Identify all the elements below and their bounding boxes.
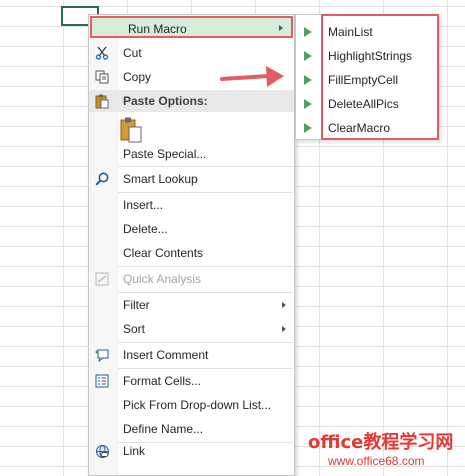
menu-item-label: Run Macro: [128, 22, 187, 36]
menu-item-label: Clear Contents: [123, 246, 204, 260]
menu-item-label: Delete...: [123, 222, 168, 236]
play-icon: [304, 27, 312, 37]
menu-item-label: Insert Comment: [123, 348, 209, 362]
menu-separator: [118, 266, 293, 267]
menu-item-run-macro[interactable]: Run Macro: [90, 16, 293, 38]
link-icon: [94, 443, 110, 459]
menu-separator: [118, 368, 293, 369]
quick-analysis-icon: [94, 271, 110, 287]
menu-item-label: Filter: [123, 298, 150, 312]
scissors-icon: [94, 45, 110, 61]
play-icon: [304, 99, 312, 109]
menu-item-pick-from-dropdown[interactable]: Pick From Drop-down List...: [89, 394, 294, 416]
macro-item-label: HighlightStrings: [328, 49, 413, 63]
paste-icon: [94, 93, 110, 109]
format-cells-icon: [94, 373, 110, 389]
menu-item-label: Define Name...: [123, 422, 204, 436]
play-icon: [304, 123, 312, 133]
menu-separator: [118, 292, 293, 293]
submenu-arrow-icon: [282, 302, 286, 308]
menu-separator: [118, 166, 293, 167]
red-pointer-arrow-icon: [220, 66, 284, 87]
menu-item-filter[interactable]: Filter: [89, 294, 294, 316]
menu-item-insert[interactable]: Insert...: [89, 194, 294, 216]
macro-item-label: DeleteAllPics: [328, 97, 399, 111]
menu-item-quick-analysis[interactable]: Quick Analysis: [89, 268, 294, 290]
menu-item-label: Pick From Drop-down List...: [123, 398, 272, 412]
macro-item-clearmacro[interactable]: ClearMacro: [296, 116, 438, 140]
macro-item-highlightstrings[interactable]: HighlightStrings: [296, 44, 438, 68]
macro-item-deleteallpics[interactable]: DeleteAllPics: [296, 92, 438, 116]
menu-item-paste-special[interactable]: Paste Special...: [89, 143, 294, 165]
menu-item-label: Cut: [123, 46, 142, 60]
menu-item-label: Copy: [123, 70, 152, 84]
menu-item-label: Format Cells...: [123, 374, 202, 388]
menu-item-link[interactable]: Link: [89, 440, 294, 462]
menu-item-label: Sort: [123, 322, 146, 336]
menu-separator: [118, 342, 293, 343]
menu-item-cut[interactable]: Cut: [89, 42, 294, 64]
menu-item-smart-lookup[interactable]: Smart Lookup: [89, 168, 294, 190]
menu-separator: [118, 192, 293, 193]
play-icon: [304, 51, 312, 61]
macro-item-label: ClearMacro: [328, 121, 391, 135]
macro-item-fillemptycell[interactable]: FillEmptyCell: [296, 68, 438, 92]
search-icon: [94, 171, 110, 187]
submenu-arrow-icon: [279, 25, 283, 31]
menu-item-define-name[interactable]: Define Name...: [89, 418, 294, 440]
menu-item-label: Paste Special...: [123, 147, 207, 161]
watermark-url: www.office68.com: [328, 454, 425, 468]
menu-item-clear-contents[interactable]: Clear Contents: [89, 242, 294, 264]
menu-item-label: Insert...: [123, 198, 164, 212]
menu-item-label: Quick Analysis: [123, 272, 202, 286]
macro-item-label: FillEmptyCell: [328, 73, 399, 87]
macro-item-label: MainList: [328, 25, 373, 39]
submenu-arrow-icon: [282, 326, 286, 332]
menu-item-sort[interactable]: Sort: [89, 318, 294, 340]
macro-submenu: MainList HighlightStrings FillEmptyCell …: [295, 14, 439, 140]
watermark: office教程学习网 www.office68.com: [298, 420, 464, 476]
comment-icon: [94, 347, 110, 363]
menu-item-format-cells[interactable]: Format Cells...: [89, 370, 294, 392]
paste-option-button[interactable]: [89, 113, 294, 147]
play-icon: [304, 75, 312, 85]
watermark-title: office教程学习网: [308, 432, 454, 453]
menu-item-delete[interactable]: Delete...: [89, 218, 294, 240]
copy-icon: [94, 69, 110, 85]
clipboard-paste-icon: [119, 117, 143, 143]
menu-item-label: Smart Lookup: [123, 172, 198, 186]
menu-header-paste-options: Paste Options:: [89, 90, 294, 112]
menu-item-label: Paste Options:: [123, 94, 208, 108]
menu-item-label: Link: [123, 444, 146, 458]
menu-item-insert-comment[interactable]: Insert Comment: [89, 344, 294, 366]
macro-item-mainlist[interactable]: MainList: [296, 20, 438, 44]
